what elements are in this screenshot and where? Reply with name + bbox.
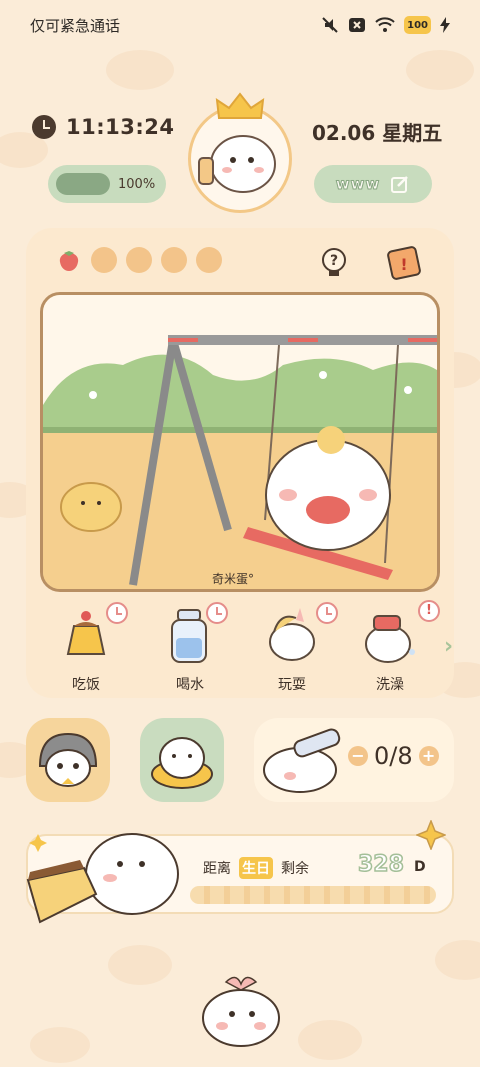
outfit-card[interactable] <box>26 718 110 802</box>
birthday-progress-fill <box>190 886 436 904</box>
action-label: 喝水 <box>176 677 204 693</box>
stamina-dot <box>91 247 117 273</box>
crown-icon <box>215 92 265 119</box>
time-display: 11:13:24 <box>32 115 174 139</box>
action-eat[interactable]: 吃饭 <box>46 602 128 693</box>
bath-icon <box>365 615 415 663</box>
svg-text:!: ! <box>400 255 407 274</box>
mute-icon <box>322 17 338 33</box>
time-text: 11:13:24 <box>66 115 175 139</box>
timer-badge <box>316 602 338 624</box>
progress-pill: 100% <box>48 165 166 203</box>
timer-badge <box>106 602 128 624</box>
care-actions: 吃饭 喝水 玩耍 ! 洗澡 <box>40 600 440 694</box>
progress-track <box>56 173 110 195</box>
birthday-progress-bar <box>190 886 436 904</box>
stamina-dot <box>196 247 222 273</box>
edit-icon[interactable] <box>390 174 410 194</box>
battery-indicator: 100 <box>404 16 431 34</box>
action-drink[interactable]: 喝水 <box>150 602 230 693</box>
action-bath[interactable]: ! 洗澡 <box>350 600 440 693</box>
pet-avatar-illustration <box>198 135 276 193</box>
strawberry-icon <box>59 251 79 271</box>
action-label: 玩耍 <box>278 677 306 693</box>
swing-illustration <box>43 295 437 589</box>
birthday-suffix: 剩余 <box>281 861 309 877</box>
sim-off-icon <box>349 18 366 32</box>
clock-icon <box>32 115 56 139</box>
pet-with-cake-illustration <box>26 833 179 924</box>
progress-label: 100% <box>118 176 156 192</box>
unicorn-icon <box>269 608 315 661</box>
svg-text:?: ? <box>330 253 338 269</box>
charging-icon <box>440 17 450 33</box>
water-count: 0/8 <box>374 742 413 770</box>
float-card[interactable] <box>140 718 224 802</box>
lightbulb-question-icon[interactable]: ? <box>314 241 354 281</box>
notice-board-icon[interactable]: ! <box>384 241 424 281</box>
action-label: 吃饭 <box>72 677 100 693</box>
sparkle-icon <box>416 820 446 850</box>
link-pill[interactable]: www <box>314 165 432 203</box>
link-label: www <box>335 175 381 194</box>
date-text: 02.06 星期五 <box>312 121 443 145</box>
water-counter: − 0/8 + <box>348 742 439 770</box>
progress-fill <box>56 173 110 195</box>
carrier-text: 仅可紧急通话 <box>30 16 121 35</box>
days-unit: D <box>414 859 426 875</box>
birthday-highlight: 生日 <box>239 857 273 879</box>
chevron-right-icon[interactable]: › <box>444 634 453 659</box>
action-label: 洗澡 <box>376 677 404 693</box>
status-icons: 100 <box>321 16 450 34</box>
stamina-row <box>56 247 222 273</box>
action-play[interactable]: 玩耍 <box>252 602 338 693</box>
hedgehog-costume-icon <box>38 732 98 787</box>
stamina-dot <box>161 247 187 273</box>
birthday-text: 距离 生日 剩余 <box>203 857 309 879</box>
birthday-prefix: 距离 <box>203 861 231 877</box>
wifi-icon <box>375 17 395 32</box>
decrement-button[interactable]: − <box>348 746 368 766</box>
scene-caption: 奇米蛋° <box>212 572 255 586</box>
playground-scene[interactable] <box>40 292 440 592</box>
swim-ring-icon <box>151 737 213 789</box>
increment-button[interactable]: + <box>418 746 439 766</box>
bottom-pet-illustration[interactable] <box>196 970 286 1050</box>
alert-badge: ! <box>418 600 440 622</box>
drinking-pet-icon <box>263 728 341 793</box>
stamina-dot <box>126 247 152 273</box>
days-remaining: 328 <box>357 851 404 878</box>
status-bar: 仅可紧急通话 100 <box>0 0 480 50</box>
timer-badge <box>206 602 228 624</box>
